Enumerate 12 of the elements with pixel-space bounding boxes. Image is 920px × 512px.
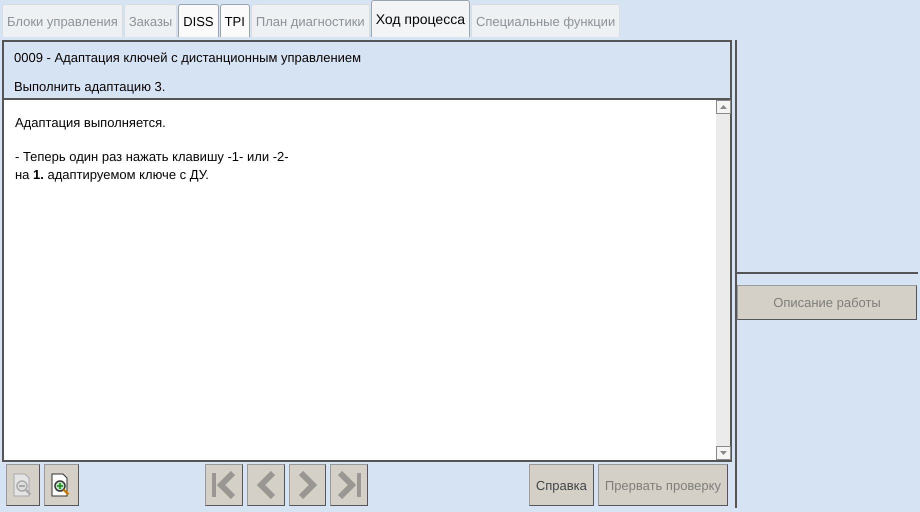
scroll-up-icon[interactable] [716,100,731,114]
tab[interactable]: DISS [178,4,219,37]
tab[interactable]: TPI [220,4,250,37]
paragraph: Адаптация выполняется. [15,114,167,132]
scroll-down-icon[interactable] [716,446,731,460]
procedure-title: 0009 - Адаптация ключей с дистанционным управлением [14,50,362,65]
step-text: Выполнить адаптацию 3. [14,79,166,94]
scrollbar[interactable] [716,100,730,460]
action-button[interactable]: Справка [528,464,594,506]
paragraph: - Теперь один раз нажать клавишу -1- или -2- на 1. адаптируемом ключе с ДУ. [15,148,290,184]
tab[interactable]: Ход процесса [370,0,470,37]
zoom-in-button[interactable] [44,464,79,506]
